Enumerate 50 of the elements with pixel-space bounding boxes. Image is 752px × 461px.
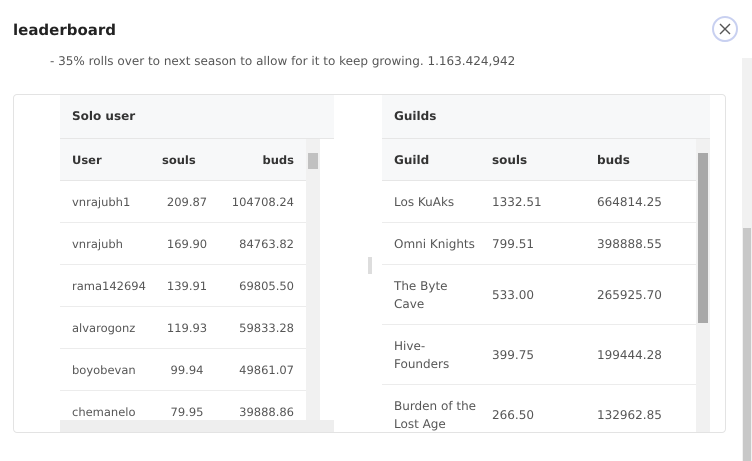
table-cell-text: Burden of the Lost Age — [393, 398, 478, 432]
column-header: User — [71, 152, 103, 168]
table-cell-text: Los KuAks — [393, 194, 456, 210]
scrollbar[interactable] — [696, 139, 710, 432]
table-cell-text: 84763.82 — [238, 236, 294, 252]
splitter-handle[interactable] — [368, 257, 372, 274]
table-cell-text: 69805.50 — [238, 278, 294, 294]
table-cell-text: vnrajubh — [71, 236, 124, 252]
table-cell-text: rama142694 — [71, 278, 147, 294]
close-button[interactable] — [712, 16, 738, 42]
table-cell-text: 59833.28 — [238, 320, 294, 336]
horizontal-scrollbar[interactable] — [60, 420, 334, 432]
table-cell-text: 199444.28 — [596, 346, 663, 364]
table-cell-text: 139.91 — [166, 278, 208, 294]
table-cell-text: 533.00 — [491, 286, 535, 304]
column-header: souls — [491, 152, 528, 168]
table-cell-text: 99.94 — [170, 362, 204, 378]
table-cell-text: 398888.55 — [596, 236, 663, 252]
column-header: buds — [596, 152, 631, 168]
table-cell-text: 169.90 — [166, 236, 208, 252]
table-cell-text: 664814.25 — [596, 194, 663, 210]
table-cell-text: 266.50 — [491, 406, 535, 424]
close-icon — [719, 23, 731, 35]
column-header: buds — [262, 152, 294, 168]
table-title: Guilds — [382, 95, 710, 139]
table-cell-text: 132962.85 — [596, 406, 663, 424]
table-cell-text: 265925.70 — [596, 286, 663, 304]
table-cell-text: Hive-Founders — [393, 338, 450, 372]
scrollbar[interactable] — [306, 139, 320, 420]
table-cell-text: 209.87 — [166, 194, 208, 210]
column-header: Guild — [393, 152, 430, 168]
table-cell-text: 49861.07 — [238, 362, 294, 378]
table-cell-text: 399.75 — [491, 346, 535, 364]
table-title: Solo user — [60, 95, 334, 139]
table-cell-text: boyobevan — [71, 362, 137, 378]
season-note: - 35% rolls over to next season to allow for it to keep growing. 1.163.424,942 — [50, 54, 516, 68]
table-cell-text: vnrajubh1 — [71, 194, 132, 210]
table-cell-text: 79.95 — [170, 404, 204, 420]
column-header: souls — [161, 152, 197, 168]
table-cell-text: 39888.86 — [238, 404, 294, 420]
table-cell-text: 1332.51 — [491, 194, 543, 210]
table-cell-text: 119.93 — [166, 320, 208, 336]
modal-title: leaderboard — [13, 21, 116, 39]
table-cell-text: 104708.24 — [230, 194, 294, 210]
table-cell-text: Omni Knights — [393, 236, 476, 252]
table-cell-text: The Byte Cave — [393, 278, 449, 312]
table-cell-text: 799.51 — [491, 236, 535, 252]
page-scrollbar[interactable] — [742, 58, 752, 461]
table-cell-text: chemanelo — [71, 404, 137, 420]
table-cell-text: alvarogonz — [71, 320, 136, 336]
